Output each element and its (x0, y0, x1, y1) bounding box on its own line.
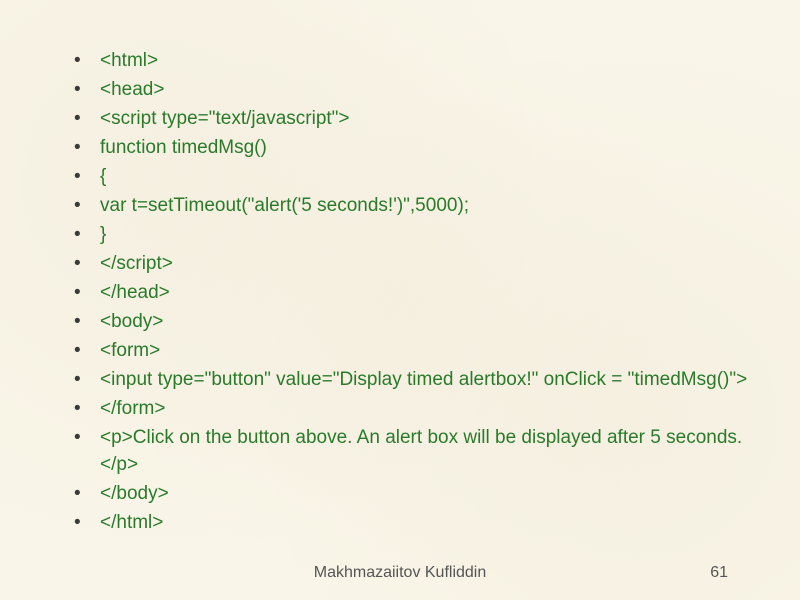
code-list: <html> <head> <script type="text/javascr… (30, 48, 770, 536)
code-line: function timedMsg() (74, 135, 770, 162)
code-line: } (74, 222, 770, 249)
code-line: <p>Click on the button above. An alert b… (74, 425, 770, 479)
code-line: <body> (74, 309, 770, 336)
slide-content: <html> <head> <script type="text/javascr… (0, 0, 800, 600)
code-line: <script type="text/javascript"> (74, 106, 770, 133)
code-line: </head> (74, 280, 770, 307)
code-line: <form> (74, 338, 770, 365)
code-line: <html> (74, 48, 770, 75)
code-line: </form> (74, 396, 770, 423)
code-line: </script> (74, 251, 770, 278)
code-line: </body> (74, 481, 770, 508)
code-line: <head> (74, 77, 770, 104)
code-line: { (74, 164, 770, 191)
code-line: <input type="button" value="Display time… (74, 367, 770, 394)
code-line: var t=setTimeout("alert('5 seconds!')",5… (74, 193, 770, 220)
code-line: </html> (74, 510, 770, 537)
page-number: 61 (710, 564, 728, 582)
footer-author: Makhmazaiitov Kufliddin (0, 564, 800, 582)
